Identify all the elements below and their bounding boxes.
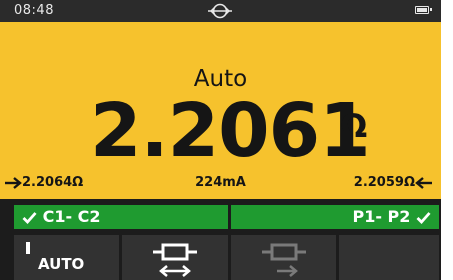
reverse-reading-value: 2.2059Ω xyxy=(353,175,415,190)
bidirectional-resistor-icon xyxy=(153,243,197,277)
probe-p1-p2-label: P1- P2 xyxy=(352,207,411,226)
status-bar: 08:48 xyxy=(0,0,441,22)
reverse-reading: 2.2059Ω xyxy=(354,174,433,192)
empty-softkey[interactable] xyxy=(339,235,439,280)
probe-c1-c2-label: C1- C2 xyxy=(42,207,101,226)
device-display: 08:48 Auto 2.2061 Ω 2.2064Ω 224mA 2.2059… xyxy=(0,0,453,280)
battery-icon xyxy=(415,6,432,14)
auto-softkey[interactable]: AUTO xyxy=(14,235,119,280)
main-reading: 2.2061 xyxy=(90,88,371,174)
probe-c1-c2-status: C1- C2 xyxy=(14,205,228,229)
left-arrow-icon xyxy=(415,176,432,189)
bidirectional-softkey[interactable] xyxy=(122,235,228,280)
probe-link-icon xyxy=(208,3,232,19)
clock: 08:48 xyxy=(14,3,54,18)
softkey-bar: AUTO xyxy=(0,235,441,280)
forward-softkey[interactable] xyxy=(231,235,336,280)
check-icon xyxy=(22,212,37,225)
reading-unit: Ω xyxy=(340,107,368,145)
selection-indicator xyxy=(26,242,30,254)
probe-status-bar: C1- C2 P1- P2 xyxy=(0,200,441,231)
measurement-panel: Auto 2.2061 Ω 2.2064Ω 224mA 2.2059Ω xyxy=(0,22,441,199)
forward-resistor-icon xyxy=(262,243,306,277)
check-icon xyxy=(416,212,431,225)
auto-softkey-label: AUTO xyxy=(38,255,85,273)
screen: 08:48 Auto 2.2061 Ω 2.2064Ω 224mA 2.2059… xyxy=(0,0,441,280)
probe-p1-p2-status: P1- P2 xyxy=(231,205,439,229)
